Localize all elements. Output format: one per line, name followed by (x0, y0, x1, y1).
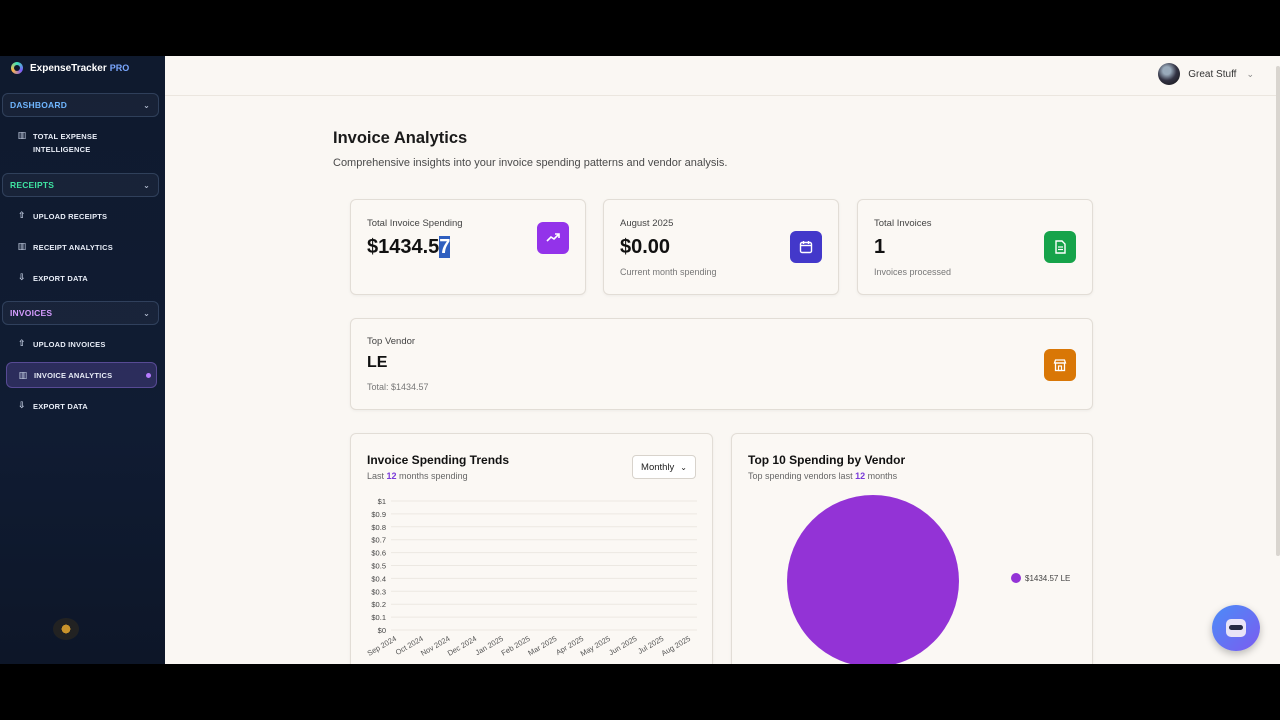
download-icon: ⇩ (18, 272, 26, 282)
page-subtitle: Comprehensive insights into your invoice… (333, 157, 728, 169)
y-tick-label: $0 (378, 626, 386, 635)
sidebar-item-label: UPLOAD RECEIPTS (33, 212, 108, 221)
page-title: Invoice Analytics (333, 129, 468, 147)
avatar (1158, 63, 1181, 85)
section-label: DASHBOARD (10, 100, 68, 110)
bar-chart-icon: ▥ (18, 370, 28, 380)
stat-label: August 2025 (620, 218, 674, 229)
y-tick-label: $0.8 (371, 523, 386, 532)
chart-legend[interactable]: $1434.57 LE (1011, 573, 1070, 583)
section-receipts[interactable]: RECEIPTS ⌄ (2, 173, 159, 197)
active-indicator (146, 373, 151, 378)
chevron-down-icon: ⌄ (143, 100, 150, 110)
y-tick-label: $0.5 (371, 562, 386, 571)
stat-label: Total Invoice Spending (367, 218, 463, 229)
stat-value: 1 (874, 236, 886, 258)
sidebar-item-label: INVOICE ANALYTICS (34, 370, 113, 380)
spending-trends-card: Invoice Spending Trends Last 12 months s… (350, 433, 713, 664)
stat-card-total-spending: Total Invoice Spending $1434.57 (350, 199, 586, 295)
sidebar-item-upload-receipts[interactable]: ⇧ UPLOAD RECEIPTS (0, 210, 157, 223)
x-tick-label: Jun 2025 (607, 634, 638, 657)
upload-icon: ⇧ (18, 210, 26, 220)
pie-chart (787, 495, 959, 664)
y-tick-label: $0.2 (371, 600, 386, 609)
download-icon: ⇩ (18, 400, 26, 410)
chevron-down-icon: ⌄ (143, 180, 150, 190)
sidebar-item-export-data[interactable]: ⇩ EXPORT DATA (0, 272, 157, 285)
vendor-value: LE (367, 354, 388, 371)
stat-card-month: August 2025 $0.00 Current month spending (603, 199, 839, 295)
section-invoices[interactable]: INVOICES ⌄ (2, 301, 159, 325)
sidebar-item-label: TOTAL EXPENSE INTELLIGENCE (33, 132, 98, 154)
sidebar-item-total-expense-intelligence[interactable]: ▥ TOTAL EXPENSE INTELLIGENCE (0, 130, 157, 156)
text-selection: 7 (439, 236, 451, 258)
sidebar-item-label: RECEIPT ANALYTICS (33, 243, 113, 252)
x-tick-label: Aug 2025 (660, 634, 692, 658)
stat-sub: Current month spending (620, 267, 717, 277)
logo-icon (11, 62, 23, 74)
brand[interactable]: ExpenseTracker PRO (0, 56, 129, 80)
stat-label: Total Invoices (874, 218, 932, 229)
x-tick-label: Dec 2024 (446, 634, 478, 658)
section-label: RECEIPTS (10, 180, 55, 190)
user-name: Great Stuff (1188, 68, 1237, 80)
document-icon (1044, 231, 1076, 263)
x-tick-label: Feb 2025 (500, 634, 532, 658)
sidebar-item-receipt-analytics[interactable]: ▥ RECEIPT ANALYTICS (0, 241, 157, 254)
line-chart: $0 $0.1 $0.2 $0.3 $0.4 $0.5 $0.6 $0.7 $0.8 $0.9 $1… (366, 497, 697, 658)
x-tick-label: Nov 2024 (419, 634, 451, 658)
vinyl-avatar-icon[interactable] (53, 618, 79, 640)
y-tick-label: $0.1 (371, 613, 386, 622)
y-tick-label: $0.3 (371, 587, 386, 596)
top-bar: Great Stuff ⌄ (165, 56, 1280, 96)
sidebar-item-label: EXPORT DATA (33, 274, 88, 283)
legend-label: $1434.57 LE (1025, 573, 1071, 583)
sidebar-item-label: EXPORT DATA (33, 402, 88, 411)
app-window: ExpenseTracker PRO DASHBOARD ⌄ ▥ TOTAL E… (0, 56, 1280, 664)
section-label: INVOICES (10, 308, 53, 318)
page-scrollbar[interactable] (1276, 66, 1280, 556)
vendor-label: Top Vendor (367, 336, 416, 347)
sidebar: ExpenseTracker PRO DASHBOARD ⌄ ▥ TOTAL E… (0, 56, 165, 664)
x-tick-label: May 2025 (579, 634, 612, 658)
top-vendor-card: Top Vendor LE Total: $1434.57 (350, 318, 1093, 410)
stat-card-total-invoices: Total Invoices 1 Invoices processed (857, 199, 1093, 295)
vendor-spending-card: Top 10 Spending by Vendor Top spending v… (731, 433, 1093, 664)
bar-chart-icon: ▥ (17, 241, 27, 251)
x-tick-label: Mar 2025 (526, 634, 558, 658)
stat-sub: Invoices processed (874, 267, 952, 277)
stat-value: $1434.57 (367, 236, 451, 258)
upload-icon: ⇧ (18, 338, 26, 348)
x-tick-label: Jan 2025 (474, 634, 505, 657)
trend-up-icon (537, 222, 569, 254)
y-tick-label: $0.9 (371, 510, 386, 519)
user-menu[interactable]: Great Stuff ⌄ (1158, 63, 1254, 85)
pie-slice-le[interactable] (787, 495, 959, 664)
sidebar-item-label: UPLOAD INVOICES (33, 340, 106, 349)
pro-badge: PRO (109, 63, 130, 73)
bar-chart-icon: ▥ (17, 130, 27, 140)
sidebar-item-export-data-invoices[interactable]: ⇩ EXPORT DATA (0, 400, 157, 413)
sidebar-item-upload-invoices[interactable]: ⇧ UPLOAD INVOICES (0, 338, 157, 351)
chevron-down-icon: ⌄ (143, 308, 150, 318)
y-tick-label: $0.4 (371, 574, 386, 583)
y-tick-label: $0.6 (371, 549, 386, 558)
store-icon (1044, 349, 1076, 381)
stat-value: $0.00 (620, 236, 671, 258)
sidebar-item-invoice-analytics[interactable]: ▥ INVOICE ANALYTICS (6, 362, 157, 388)
calendar-icon (790, 231, 822, 263)
x-tick-label: Sep 2024 (366, 634, 398, 658)
y-tick-label: $1 (378, 497, 386, 506)
app-name: ExpenseTracker (30, 62, 107, 74)
chevron-down-icon: ⌄ (1246, 68, 1254, 79)
legend-swatch (1011, 573, 1021, 583)
section-dashboard[interactable]: DASHBOARD ⌄ (2, 93, 159, 117)
robot-icon (1226, 619, 1246, 637)
y-tick-label: $0.7 (371, 536, 386, 545)
vendor-sub: Total: $1434.57 (367, 382, 429, 392)
chatbot-button[interactable] (1212, 605, 1260, 651)
